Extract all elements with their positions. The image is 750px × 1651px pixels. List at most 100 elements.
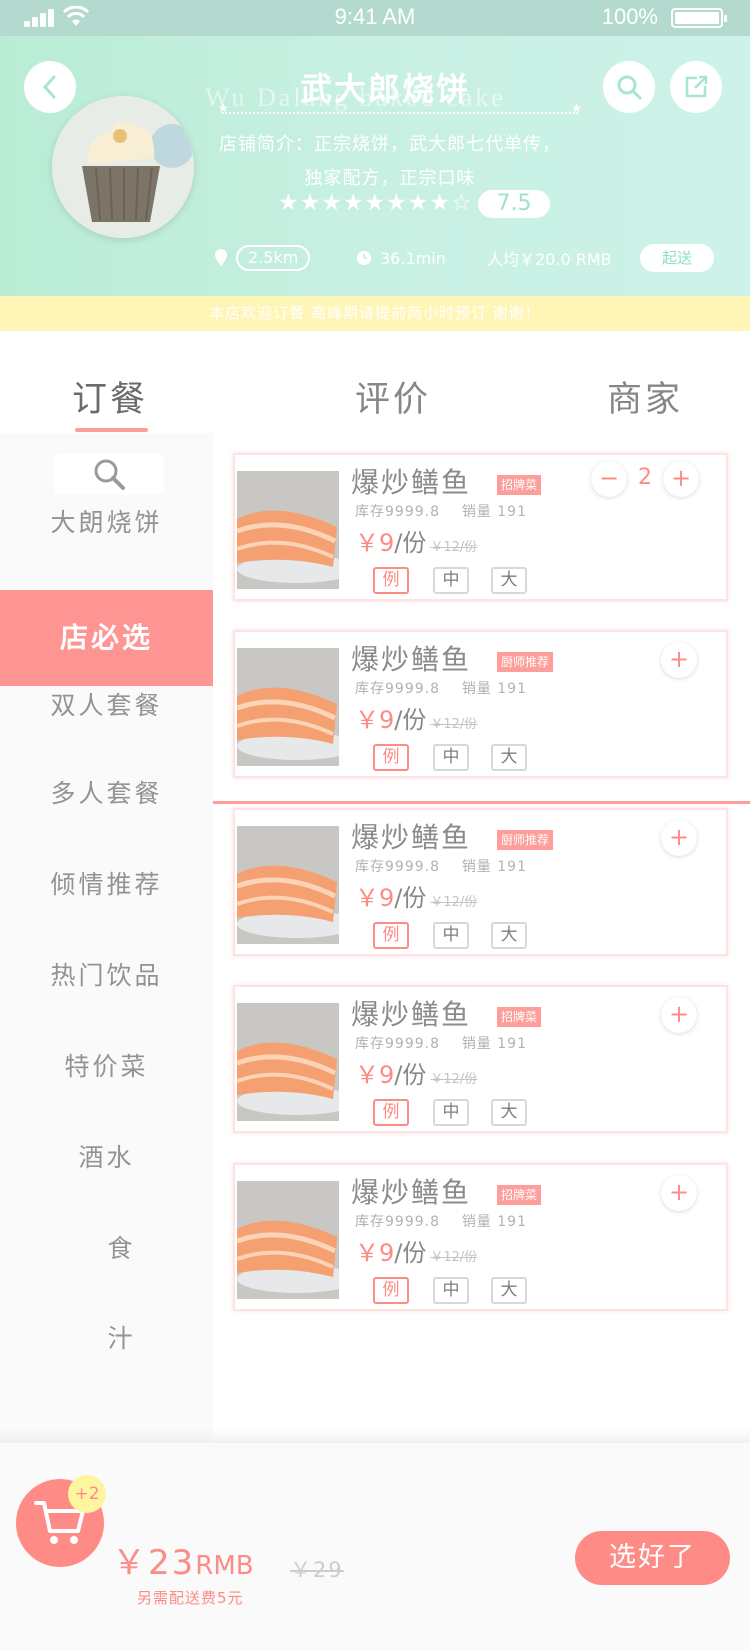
add-to-cart-button[interactable]: + — [661, 997, 697, 1033]
product-name: 爆炒鳝鱼 — [351, 998, 472, 1031]
size-option-medium[interactable]: 中 — [433, 1277, 469, 1304]
product-card[interactable]: 爆炒鳝鱼 招牌菜 库存9999.8 销量 191 ￥9/份 ￥12/份 例 中 大… — [233, 1163, 728, 1311]
product-sales: 销量 191 — [461, 1214, 527, 1230]
decrease-qty-button[interactable]: − — [591, 461, 627, 497]
add-to-cart-button[interactable]: + — [661, 642, 697, 678]
product-sales: 销量 191 — [461, 1036, 527, 1052]
size-option-large[interactable]: 大 — [491, 567, 527, 594]
product-stock: 库存9999.8 — [355, 1214, 440, 1230]
back-button[interactable] — [24, 61, 76, 113]
notice-banner: 本店欢迎订餐 高峰期请提前两小时预订 谢谢！ — [0, 296, 750, 331]
size-option-large[interactable]: 大 — [491, 1277, 527, 1304]
product-stock-sales: 库存9999.8 销量 191 — [355, 1211, 527, 1231]
category-search-button[interactable] — [54, 453, 164, 495]
sidebar-item-group-set[interactable]: 多人套餐 — [0, 774, 213, 810]
product-card[interactable]: 爆炒鳝鱼 厨师推荐 库存9999.8 销量 191 ￥9/份 ￥12/份 例 中 … — [233, 630, 728, 778]
increase-qty-button[interactable]: + — [663, 461, 699, 497]
product-list: 爆炒鳝鱼 招牌菜 库存9999.8 销量 191 ￥9/份 ￥12/份 例 中 大… — [213, 433, 750, 1443]
product-stock: 库存9999.8 — [355, 504, 440, 520]
product-unit: /份 — [394, 529, 427, 557]
product-stock-sales: 库存9999.8 销量 191 — [355, 1033, 527, 1053]
product-price: ￥9 — [355, 706, 395, 734]
store-header: 9:41 AM 100% Wu Dalang baked cake 武大郎烧饼 … — [0, 0, 750, 296]
product-sales: 销量 191 — [461, 504, 527, 520]
cart-total: ￥23RMB — [112, 1535, 254, 1584]
delivery-fee-note: 另需配送费5元 — [137, 1589, 244, 1607]
tab-reviews[interactable]: 评价 — [355, 371, 431, 422]
size-option-medium[interactable]: 中 — [433, 1099, 469, 1126]
search-icon — [617, 75, 642, 100]
checkout-button[interactable]: 选好了 — [575, 1531, 730, 1585]
product-stock-sales: 库存9999.8 销量 191 — [355, 856, 527, 876]
product-stock-sales: 库存9999.8 销量 191 — [355, 501, 527, 521]
size-option-small[interactable]: 例 — [373, 1277, 409, 1304]
product-unit: /份 — [394, 884, 427, 912]
share-button[interactable] — [670, 61, 722, 113]
back-icon — [42, 75, 56, 99]
product-image — [237, 1003, 339, 1121]
battery-icon — [671, 8, 727, 28]
product-card[interactable]: 爆炒鳝鱼 招牌菜 库存9999.8 销量 191 ￥9/份 ￥12/份 例 中 大… — [233, 453, 728, 601]
tab-merchant[interactable]: 商家 — [607, 371, 683, 422]
product-card[interactable]: 爆炒鳝鱼 厨师推荐 库存9999.8 销量 191 ￥9/份 ￥12/份 例 中 … — [233, 808, 728, 956]
sidebar-item-special[interactable]: 特价菜 — [0, 1047, 213, 1083]
product-name: 爆炒鳝鱼 — [351, 466, 472, 499]
product-unit: /份 — [394, 1061, 427, 1089]
title-divider — [218, 101, 582, 115]
sidebar-item-dalang-shaobing[interactable]: 大朗烧饼 — [0, 503, 213, 539]
product-price-row: ￥9/份 ￥12/份 — [355, 700, 477, 735]
tab-order[interactable]: 订餐 — [72, 371, 148, 422]
sidebar-item-juice[interactable]: 汁 — [0, 1319, 213, 1355]
product-price: ￥9 — [355, 884, 395, 912]
size-option-large[interactable]: 大 — [491, 1099, 527, 1126]
size-option-medium[interactable]: 中 — [433, 567, 469, 594]
product-price-row: ￥9/份 ￥12/份 — [355, 1055, 477, 1090]
size-option-large[interactable]: 大 — [491, 922, 527, 949]
product-stock-sales: 库存9999.8 销量 191 — [355, 678, 527, 698]
avg-price: 人均￥20.0 RMB — [487, 250, 612, 269]
product-price-row: ￥9/份 ￥12/份 — [355, 1233, 477, 1268]
sidebar-item-drinks[interactable]: 热门饮品 — [0, 956, 213, 992]
product-qty: 2 — [638, 465, 652, 490]
sidebar-item-recommended[interactable]: 倾情推荐 — [0, 865, 213, 901]
product-sales: 销量 191 — [461, 681, 527, 697]
sidebar-item-must-choose[interactable]: 店必选 — [0, 590, 232, 686]
product-unit: /份 — [394, 706, 427, 734]
tab-bar: 订餐 评价 商家 — [0, 331, 750, 433]
sidebar-item-double-set[interactable]: 双人套餐 — [0, 686, 213, 722]
size-option-small[interactable]: 例 — [373, 922, 409, 949]
size-option-large[interactable]: 大 — [491, 744, 527, 771]
add-to-cart-button[interactable]: + — [661, 1175, 697, 1211]
product-price: ￥9 — [355, 1061, 395, 1089]
product-old-price: ￥12/份 — [430, 1072, 478, 1087]
product-price-row: ￥9/份 ￥12/份 — [355, 523, 477, 558]
intro-line-1: 店铺简介：正宗烧饼，武大郎七代单传， — [219, 134, 561, 155]
rating-stars: ★★★★★★★★☆ — [278, 190, 473, 216]
distance-info: 2.5km — [214, 245, 311, 271]
size-option-small[interactable]: 例 — [373, 744, 409, 771]
product-old-price: ￥12/份 — [430, 895, 478, 910]
size-option-medium[interactable]: 中 — [433, 744, 469, 771]
size-option-medium[interactable]: 中 — [433, 922, 469, 949]
rating-score: 7.5 — [478, 190, 550, 218]
add-to-cart-button[interactable]: + — [661, 820, 697, 856]
search-button[interactable] — [603, 61, 655, 113]
cart-count-badge: +2 — [68, 1475, 106, 1513]
product-name: 爆炒鳝鱼 — [351, 1176, 472, 1209]
search-icon — [94, 459, 125, 490]
size-option-small[interactable]: 例 — [373, 567, 409, 594]
product-old-price: ￥12/份 — [430, 540, 478, 555]
status-bar: 9:41 AM 100% — [0, 0, 750, 36]
product-tag: 招牌菜 — [497, 475, 542, 495]
sidebar-item-food[interactable]: 食 — [0, 1229, 213, 1265]
delivery-badge: 起送 — [640, 244, 714, 272]
tab-active-indicator — [75, 428, 148, 432]
product-old-price: ￥12/份 — [430, 717, 478, 732]
sidebar-item-liquor[interactable]: 酒水 — [0, 1138, 213, 1174]
product-price-row: ￥9/份 ￥12/份 — [355, 878, 477, 913]
store-name: 武大郎烧饼 — [299, 70, 470, 108]
product-card[interactable]: 爆炒鳝鱼 招牌菜 库存9999.8 销量 191 ￥9/份 ￥12/份 例 中 大… — [233, 985, 728, 1133]
product-tag: 招牌菜 — [497, 1185, 542, 1205]
size-option-small[interactable]: 例 — [373, 1099, 409, 1126]
share-icon — [685, 75, 708, 98]
